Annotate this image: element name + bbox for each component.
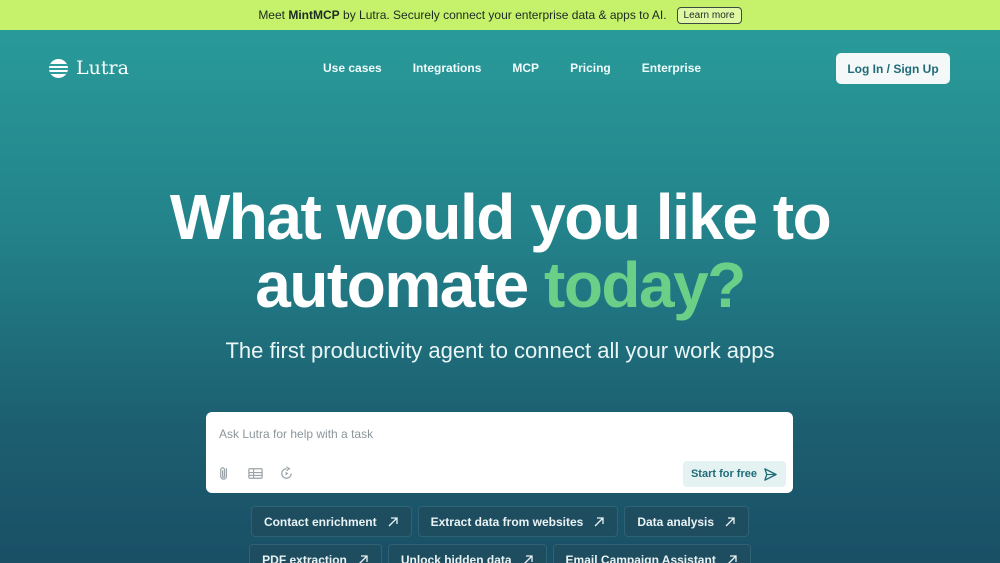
- arrow-up-right-icon: [388, 516, 398, 526]
- suggestion-row-2: PDF extraction Unlock hidden data Email …: [0, 544, 1000, 563]
- suggestion-chip[interactable]: Email Campaign Assistant: [552, 544, 751, 563]
- nav-integrations[interactable]: Integrations: [413, 61, 482, 75]
- suggestion-chip[interactable]: Data analysis: [624, 506, 750, 537]
- subheading: The first productivity agent to connect …: [225, 338, 775, 363]
- arrow-up-right-icon: [523, 554, 533, 563]
- nav-mcp[interactable]: MCP: [512, 61, 539, 75]
- nav-pricing[interactable]: Pricing: [570, 61, 611, 75]
- login-signup-button[interactable]: Log In / Sign Up: [836, 53, 950, 84]
- banner-product: MintMCP: [288, 8, 340, 22]
- arrow-up-right-icon: [727, 554, 737, 563]
- suggestion-chip[interactable]: Extract data from websites: [417, 506, 619, 537]
- send-icon: [764, 467, 777, 481]
- input-tools: [216, 465, 295, 482]
- replay-icon[interactable]: [278, 465, 295, 482]
- headline-accent: today?: [544, 249, 746, 321]
- announcement-banner: Meet MintMCP by Lutra. Securely connect …: [0, 0, 1000, 30]
- start-label: Start for free: [690, 468, 757, 480]
- main-nav: Use cases Integrations MCP Pricing Enter…: [323, 61, 701, 75]
- page-title: What would you like to automate today?: [0, 183, 1000, 319]
- headline-line-2: automate today?: [255, 249, 746, 321]
- arrow-up-right-icon: [725, 516, 735, 526]
- paperclip-icon[interactable]: [216, 465, 233, 482]
- start-for-free-button[interactable]: Start for free: [682, 461, 786, 487]
- suggestion-chip[interactable]: Unlock hidden data: [387, 544, 547, 563]
- suggestion-chip[interactable]: Contact enrichment: [250, 506, 412, 537]
- nav-enterprise[interactable]: Enterprise: [642, 61, 701, 75]
- suggestion-chip[interactable]: PDF extraction: [249, 544, 382, 563]
- learn-more-button[interactable]: Learn more: [676, 6, 742, 24]
- task-input-box[interactable]: Ask Lutra for help with a task Start for…: [206, 412, 793, 493]
- nav-use-cases[interactable]: Use cases: [323, 61, 382, 75]
- arrow-up-right-icon: [358, 554, 368, 563]
- brand-name: Lutra: [76, 57, 129, 79]
- lutra-logo-icon: [49, 58, 68, 78]
- brand-logo[interactable]: Lutra: [49, 57, 129, 79]
- headline-line-1: What would you like to: [169, 181, 832, 253]
- banner-text: Meet MintMCP by Lutra. Securely connect …: [258, 8, 667, 22]
- task-input[interactable]: Ask Lutra for help with a task: [219, 427, 373, 441]
- arrow-up-right-icon: [594, 516, 604, 526]
- table-icon[interactable]: [247, 465, 264, 482]
- suggestion-row-1: Contact enrichment Extract data from web…: [0, 506, 1000, 537]
